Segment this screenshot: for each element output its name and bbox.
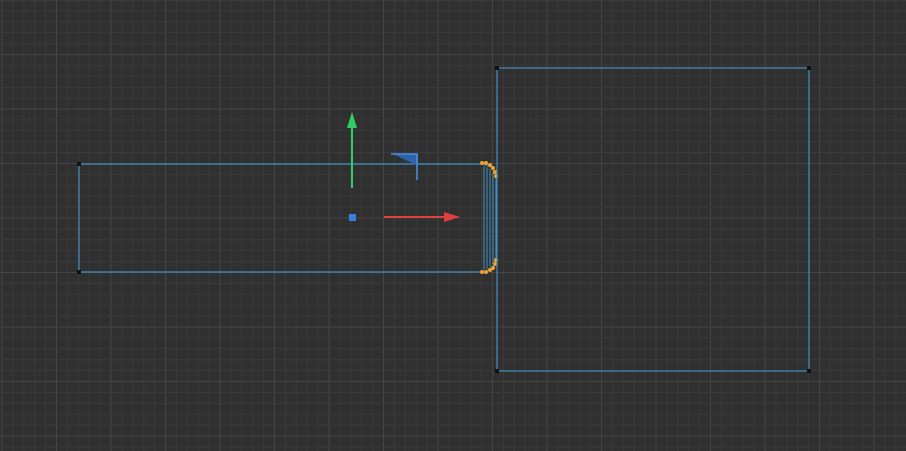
move-gizmo[interactable] (347, 112, 460, 222)
3d-viewport[interactable] (0, 0, 906, 451)
viewport-canvas[interactable] (0, 0, 906, 451)
y-axis-arrow[interactable] (347, 112, 357, 188)
x-axis-arrow[interactable] (384, 212, 460, 222)
gizmo-center-handle[interactable] (349, 214, 356, 221)
xy-plane-handle[interactable] (391, 153, 418, 180)
square-profile-outline[interactable] (496, 67, 810, 372)
